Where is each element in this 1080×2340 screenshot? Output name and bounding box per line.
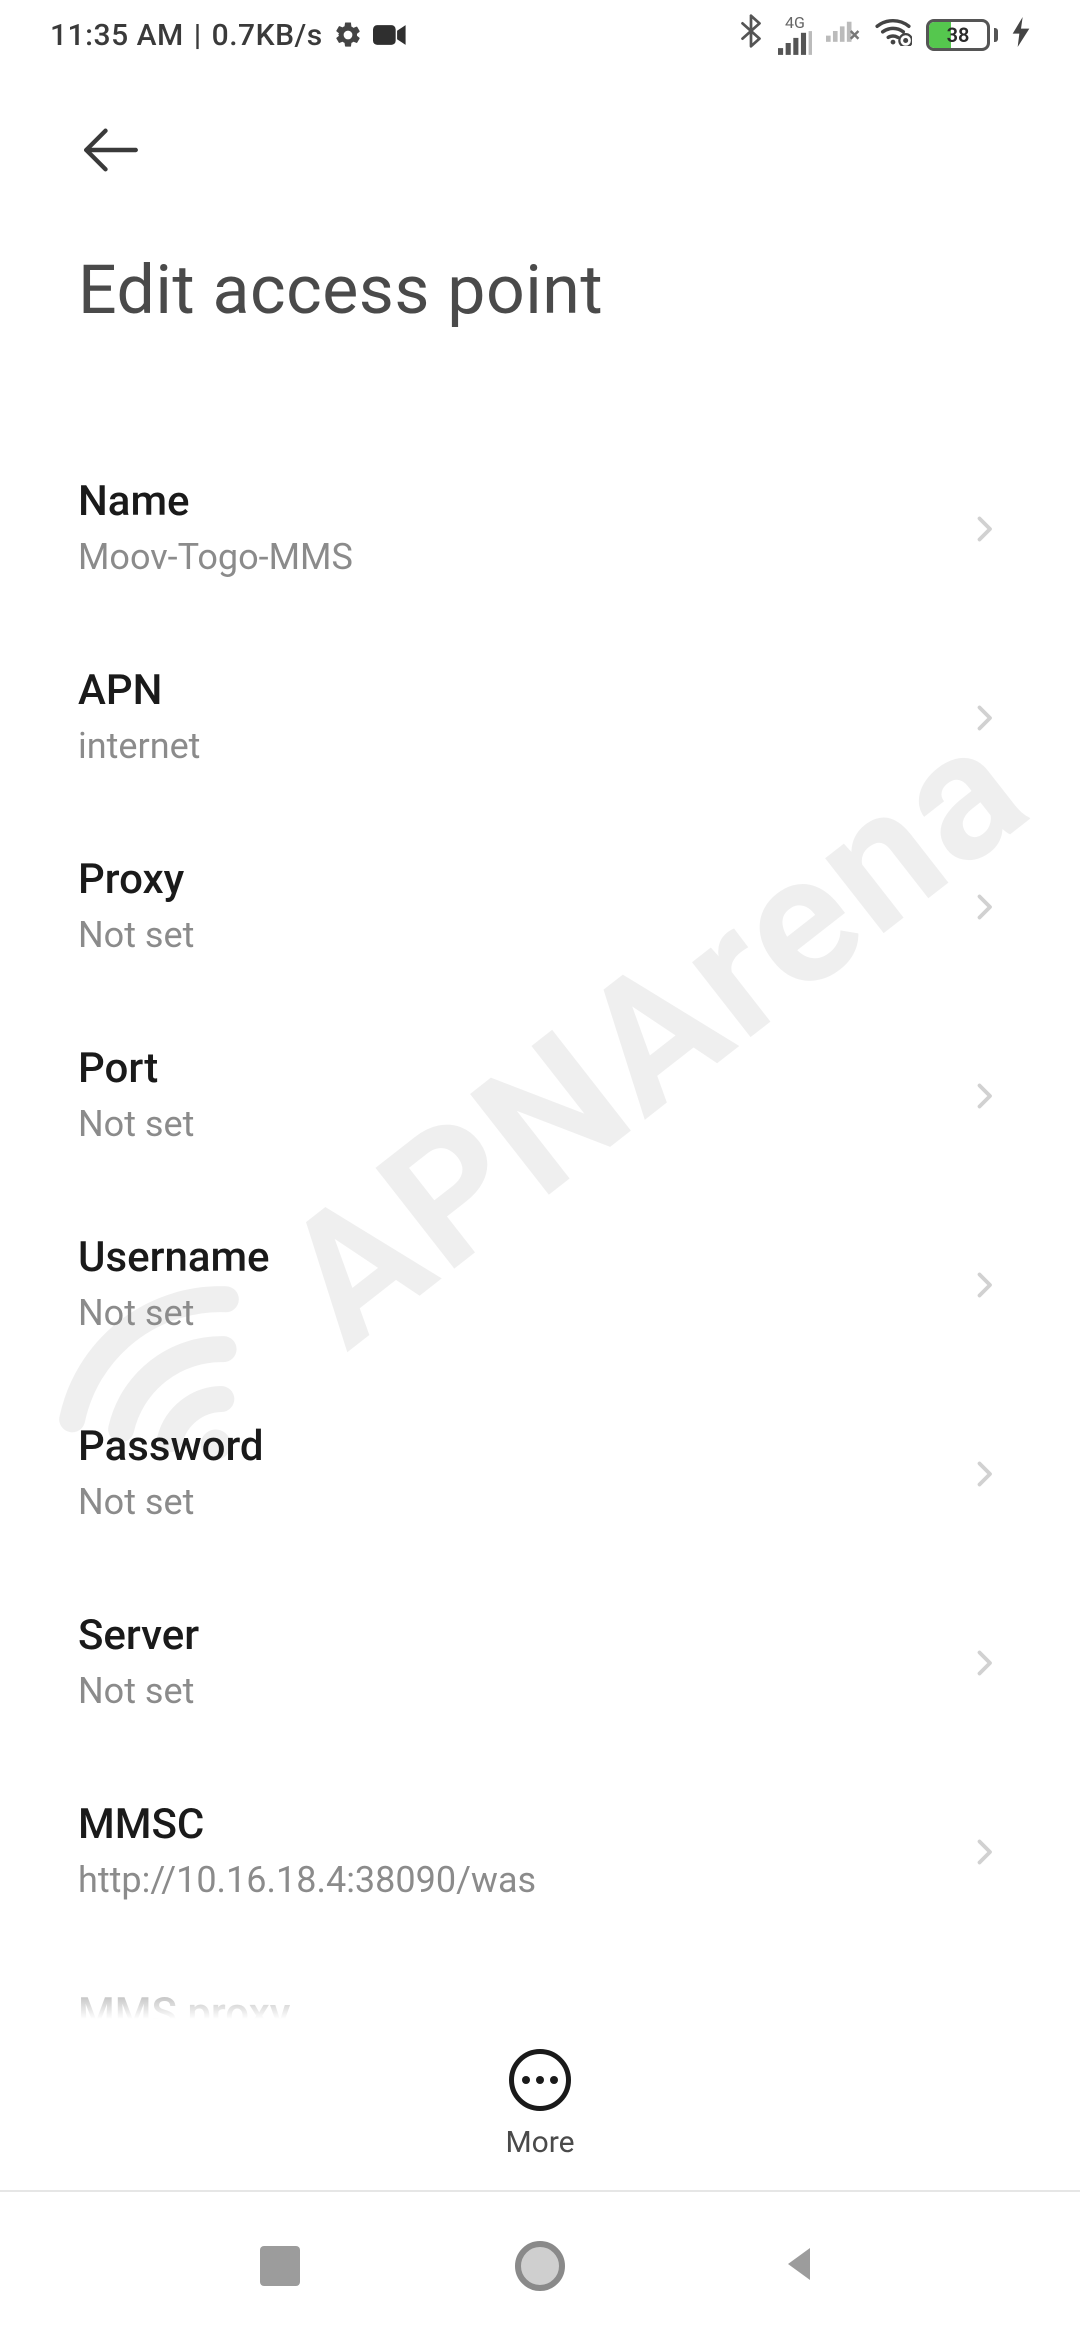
- camera-icon: [373, 23, 407, 47]
- signal-no-sim-icon: [826, 17, 860, 53]
- chevron-right-icon: [966, 511, 1002, 547]
- setting-value: Moov-Togo-MMS: [78, 533, 353, 582]
- setting-value: http://10.16.18.4:38090/was: [78, 1856, 536, 1905]
- setting-value: Not set: [78, 1289, 270, 1338]
- setting-label: Username: [78, 1233, 270, 1283]
- back-button[interactable]: [78, 110, 158, 190]
- setting-item-mmsc[interactable]: MMSC http://10.16.18.4:38090/was: [78, 1758, 1002, 1947]
- nav-recent-button[interactable]: [245, 2231, 315, 2301]
- setting-item-username[interactable]: Username Not set: [78, 1191, 1002, 1380]
- nav-home-button[interactable]: [505, 2231, 575, 2301]
- status-time: 11:35 AM: [50, 18, 184, 53]
- more-button[interactable]: More: [0, 2019, 1080, 2160]
- status-left: 11:35 AM | 0.7KB/s: [50, 18, 407, 53]
- battery-icon: 38: [926, 19, 998, 51]
- chevron-right-icon: [966, 1834, 1002, 1870]
- chevron-right-icon: [966, 1078, 1002, 1114]
- setting-label: MMSC: [78, 1800, 536, 1850]
- setting-label: Name: [78, 477, 353, 527]
- chevron-right-icon: [966, 889, 1002, 925]
- setting-value: Not set: [78, 911, 194, 960]
- gear-icon: [333, 20, 363, 50]
- chevron-right-icon: [966, 1645, 1002, 1681]
- network-type-label: 4G: [785, 15, 805, 31]
- nav-back-button[interactable]: [765, 2231, 835, 2301]
- more-icon: [509, 2049, 571, 2111]
- setting-value: Not set: [78, 1478, 264, 1527]
- setting-item-port[interactable]: Port Not set: [78, 1002, 1002, 1191]
- wifi-status-icon: [874, 16, 912, 54]
- setting-item-server[interactable]: Server Not set: [78, 1569, 1002, 1758]
- arrow-left-icon: [78, 117, 144, 183]
- setting-label: Password: [78, 1422, 264, 1472]
- battery-percent: 38: [929, 23, 987, 47]
- setting-value: internet: [78, 722, 200, 771]
- setting-item-name[interactable]: Name Moov-Togo-MMS: [78, 435, 1002, 624]
- triangle-left-icon: [780, 2244, 820, 2288]
- page-title: Edit access point: [78, 250, 1002, 330]
- setting-value: Not set: [78, 1100, 194, 1149]
- setting-value: Not set: [78, 1667, 199, 1716]
- signal-4g-icon: 4G: [778, 15, 812, 55]
- chevron-right-icon: [966, 700, 1002, 736]
- status-separator: |: [194, 18, 202, 53]
- bluetooth-icon: [738, 14, 764, 56]
- setting-label: Port: [78, 1044, 194, 1094]
- status-right: 4G 38: [738, 14, 1030, 56]
- setting-item-password[interactable]: Password Not set: [78, 1380, 1002, 1569]
- charging-icon: [1012, 17, 1030, 54]
- chevron-right-icon: [966, 1456, 1002, 1492]
- setting-label: APN: [78, 666, 200, 716]
- status-data-rate: 0.7KB/s: [212, 18, 323, 53]
- setting-item-apn[interactable]: APN internet: [78, 624, 1002, 813]
- setting-label: Proxy: [78, 855, 194, 905]
- circle-icon: [515, 2241, 565, 2291]
- more-label: More: [505, 2125, 574, 2160]
- settings-list: Name Moov-Togo-MMS APN internet Proxy No…: [0, 435, 1080, 2136]
- square-icon: [260, 2246, 300, 2286]
- setting-item-proxy[interactable]: Proxy Not set: [78, 813, 1002, 1002]
- system-nav-bar: [0, 2190, 1080, 2340]
- setting-label: Server: [78, 1611, 199, 1661]
- chevron-right-icon: [966, 1267, 1002, 1303]
- status-bar: 11:35 AM | 0.7KB/s 4G 38: [0, 0, 1080, 70]
